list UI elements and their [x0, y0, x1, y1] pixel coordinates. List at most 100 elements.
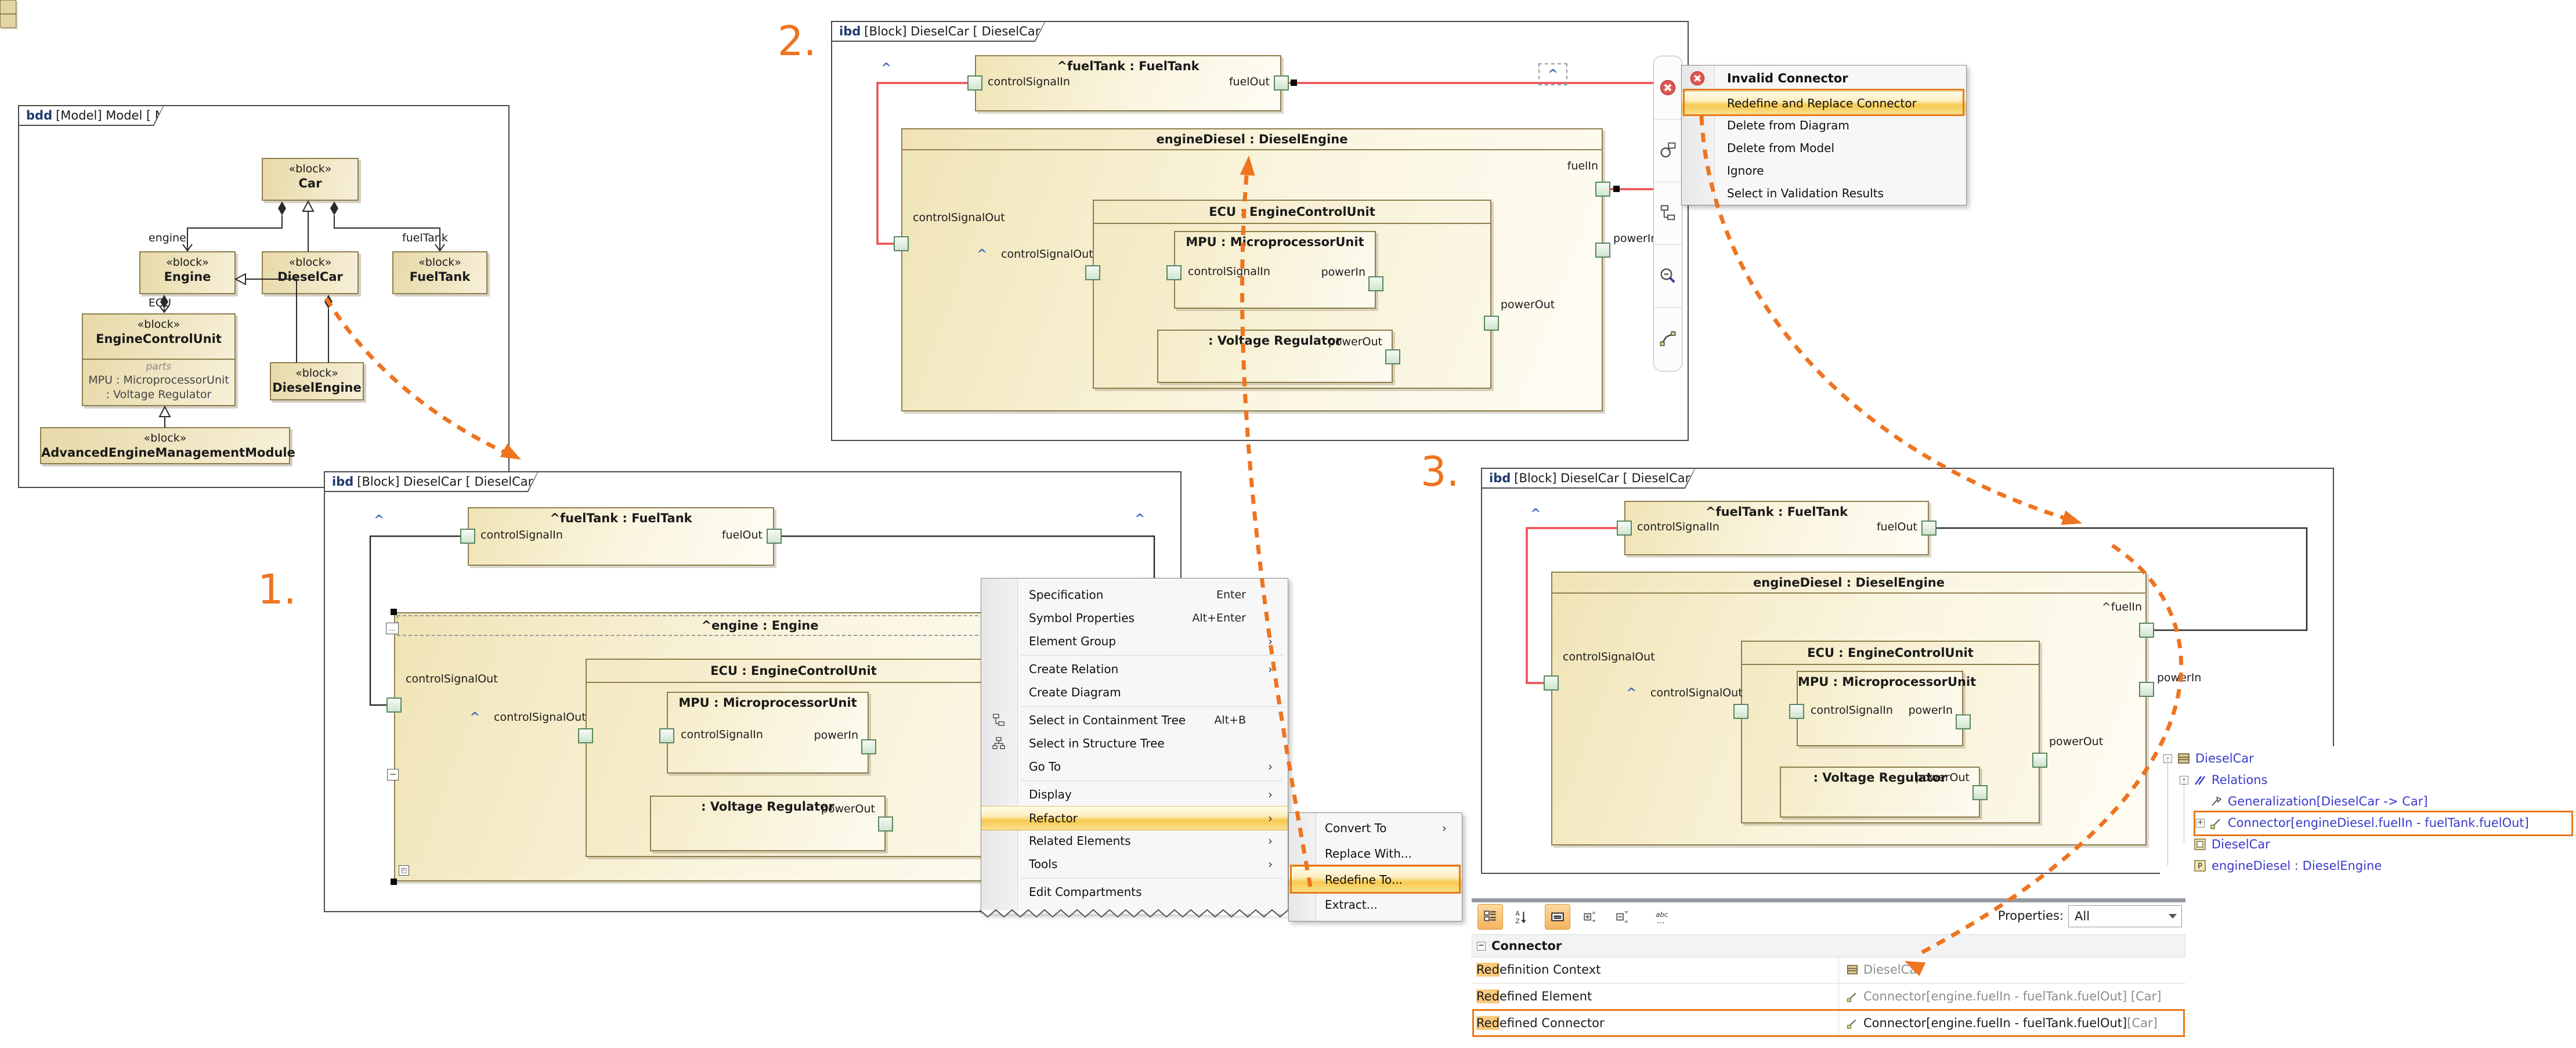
validation-toolbar-containment-tree-icon[interactable] — [1654, 182, 1682, 245]
properties-toolbar-sort-alpha-icon[interactable]: AZ — [1508, 904, 1533, 930]
ibd3-port-ecu-left[interactable] — [1733, 704, 1748, 719]
properties-toolbar-abc-icon[interactable]: abc... — [1649, 904, 1675, 930]
properties-row-efinition-context[interactable]: Redefinition ContextDieselCar — [1472, 956, 2185, 984]
ibd3-port-engine-fuelin[interactable] — [2139, 623, 2154, 638]
ibd3-port-controlsignalin[interactable] — [1617, 521, 1632, 536]
validation-item-delete-from-model[interactable]: Delete from Model — [1682, 136, 1966, 159]
ibd1-label-mpu-powerin: powerIn — [814, 729, 858, 742]
properties-filter-combo[interactable]: All — [2068, 905, 2182, 927]
ibd1-dots-badge[interactable]: … — [386, 623, 399, 634]
ibd1-port-vr-powerout[interactable] — [878, 816, 893, 832]
block-stereotype: «block» — [263, 162, 357, 175]
tree-item-generalization[interactable]: Generalization[DieselCar -> Car] — [2196, 792, 2428, 811]
properties-section-row[interactable]: −Connector — [1472, 934, 2185, 957]
tree-item-dieselcar[interactable]: DieselCar — [2180, 834, 2270, 854]
context-menu-item-edit-compartments[interactable]: Edit Compartments — [981, 880, 1288, 904]
submenu-item-label: Convert To — [1325, 821, 1387, 835]
ibd2-port-fuelout[interactable] — [1274, 75, 1289, 91]
context-menu-item-tools[interactable]: Tools› — [981, 852, 1288, 876]
properties-toolbar-expand-all-icon[interactable] — [1577, 904, 1603, 930]
menu-item-label: Symbol Properties — [1029, 611, 1135, 625]
ibd2-caret-mid: ^ — [977, 247, 987, 262]
context-menu-item-create-relation[interactable]: Create Relation› — [981, 657, 1288, 681]
tree-item-dieselcar[interactable]: -DieselCar — [2163, 749, 2254, 768]
bdd-block-aemm[interactable]: «block»AdvancedEngineManagementModule — [40, 427, 290, 464]
bdd-block-dieselcar[interactable]: «block»DieselCar — [262, 251, 359, 294]
ibd2-port-engine-fuelin[interactable] — [1595, 182, 1610, 197]
submenu-item-convert-to[interactable]: Convert To› — [1289, 815, 1462, 841]
diagram-shortcut-icon[interactable] — [0, 0, 16, 14]
ibd1-selection-handle-2[interactable] — [391, 879, 397, 885]
tree-item-enginediesel : dieselengine[interactable]: PengineDiesel : DieselEngine — [2180, 856, 2382, 876]
ibd3-port-engine-powerin[interactable] — [2139, 682, 2154, 697]
context-menu-item-go-to[interactable]: Go To› — [981, 755, 1288, 778]
ibd3-port-controlsignalout[interactable] — [1544, 675, 1559, 691]
context-menu-item-element-group[interactable]: Element Group› — [981, 630, 1288, 653]
context-menu-item-display[interactable]: Display› — [981, 783, 1288, 806]
ibd1-port-controlsignalout[interactable] — [386, 698, 402, 713]
panel-splitter[interactable] — [1472, 898, 2185, 902]
ibd2-port-mpu-controlsignalin[interactable] — [1166, 265, 1182, 280]
context-menu-item-create-diagram[interactable]: Create Diagram — [981, 681, 1288, 704]
block-name: EngineControlUnit — [83, 332, 234, 346]
context-menu-item-select-in-structure-tree[interactable]: Select in Structure Tree — [981, 732, 1288, 755]
properties-toolbar-collapse-all-icon[interactable] — [1610, 904, 1635, 930]
ibd2-port-ecu-left[interactable] — [1085, 265, 1100, 280]
ibd1-port-fuelout[interactable] — [767, 529, 782, 544]
ibd1-corner-badge[interactable]: ◰ — [399, 865, 409, 876]
ibd3-port-mpu-controlsignalin[interactable] — [1789, 704, 1804, 719]
ibd3-engine-title-band: engineDiesel : DieselEngine — [1552, 573, 2145, 594]
bdd-block-enginecontrolunit[interactable]: «block»EngineControlUnitpartsMPU : Micro… — [82, 313, 236, 406]
ibd1-port-controlsignalin[interactable] — [460, 529, 475, 544]
ibd2-port-ecu-powerout[interactable] — [1484, 316, 1499, 331]
ibd3-port-fuelout[interactable] — [1921, 521, 1936, 536]
ibd1-selection-handle-0[interactable] — [391, 609, 397, 615]
context-menu-item-specification[interactable]: SpecificationEnter — [981, 583, 1288, 606]
validation-item-select-in-validation-results[interactable]: Select in Validation Results — [1682, 182, 1966, 204]
ibd2-port-engine-powerin[interactable] — [1595, 243, 1610, 258]
ibd2-port-controlsignalin[interactable] — [967, 75, 982, 91]
ibd2-port-mpu-powerin[interactable] — [1368, 276, 1383, 291]
ibd3-port-mpu-powerin[interactable] — [1956, 714, 1971, 729]
validation-item-ignore[interactable]: Ignore — [1682, 159, 1966, 182]
validation-toolbar-error-icon[interactable] — [1654, 56, 1682, 120]
context-menu-item-select-in-containment-tree[interactable]: Select in Containment TreeAlt+B — [981, 709, 1288, 732]
ibd3-port-ecu-powerout[interactable] — [2032, 753, 2047, 768]
bdd-blocks-container: «block»Car«block»Engine«block»DieselCar«… — [0, 0, 16, 28]
ibd1-keyword: ibd — [332, 475, 353, 489]
ibd1-collapse-badge[interactable]: − — [387, 769, 399, 780]
validation-toolbar-zoom-out-icon[interactable] — [1654, 244, 1682, 308]
ibd2-connector-handle-3[interactable] — [1613, 186, 1620, 192]
ibd1-port-mpu-powerin[interactable] — [861, 739, 876, 754]
diagram-shortcut-icon[interactable] — [0, 14, 16, 28]
ibd2-label-engine-powerin: powerIn — [1613, 232, 1657, 245]
context-menu-item-symbol-properties[interactable]: Symbol PropertiesAlt+Enter — [981, 606, 1288, 630]
property-value-cell[interactable]: Connector[engine.fuelIn - fuelTank.fuelO… — [1839, 989, 2161, 1003]
bdd-block-fueltank[interactable]: «block»FuelTank — [392, 251, 487, 294]
ibd3-port-vr-powerout[interactable] — [1972, 785, 1988, 800]
section-collapse-icon[interactable]: − — [1477, 942, 1486, 951]
bdd-block-car[interactable]: «block»Car — [262, 158, 359, 201]
ibd1-port-ecu-left[interactable] — [578, 728, 593, 743]
validation-item-label: Select in Validation Results — [1727, 186, 1884, 200]
ibd2-connector-handle-0[interactable] — [1291, 79, 1297, 86]
property-value-cell[interactable]: DieselCar — [1839, 963, 1922, 977]
bdd-block-dieselengine[interactable]: «block»DieselEngine — [270, 362, 364, 400]
validation-toolbar-path-icon[interactable] — [1654, 307, 1682, 370]
ibd1-port-mpu-controlsignalin[interactable] — [659, 728, 674, 743]
ibd3-engine-title: engineDiesel : DieselEngine — [1753, 576, 1945, 590]
context-menu-item-related-elements[interactable]: Related Elements› — [981, 829, 1288, 852]
validation-item-delete-from-diagram[interactable]: Delete from Diagram — [1682, 114, 1966, 136]
ibd2-port-vr-powerout[interactable] — [1385, 349, 1400, 364]
context-menu-item-refactor[interactable]: Refactor› — [981, 806, 1288, 830]
bdd-block-engine[interactable]: «block»Engine — [139, 251, 236, 294]
properties-row-efined-element[interactable]: Redefined ElementConnector[engine.fuelIn… — [1472, 983, 2185, 1010]
ibd1-engine-title: ^engine : Engine — [702, 619, 819, 633]
validation-toolbar-search-note-icon[interactable] — [1654, 119, 1682, 182]
ibd2-port-controlsignalout[interactable] — [894, 236, 909, 251]
submenu-item-extract-[interactable]: Extract... — [1289, 892, 1462, 917]
properties-toolbar-categorized-view-icon[interactable] — [1477, 904, 1503, 930]
tree-item-relations[interactable]: -Relations — [2180, 770, 2267, 790]
submenu-item-replace-with-[interactable]: Replace With... — [1289, 841, 1462, 866]
properties-toolbar-description-icon[interactable] — [1545, 904, 1570, 930]
